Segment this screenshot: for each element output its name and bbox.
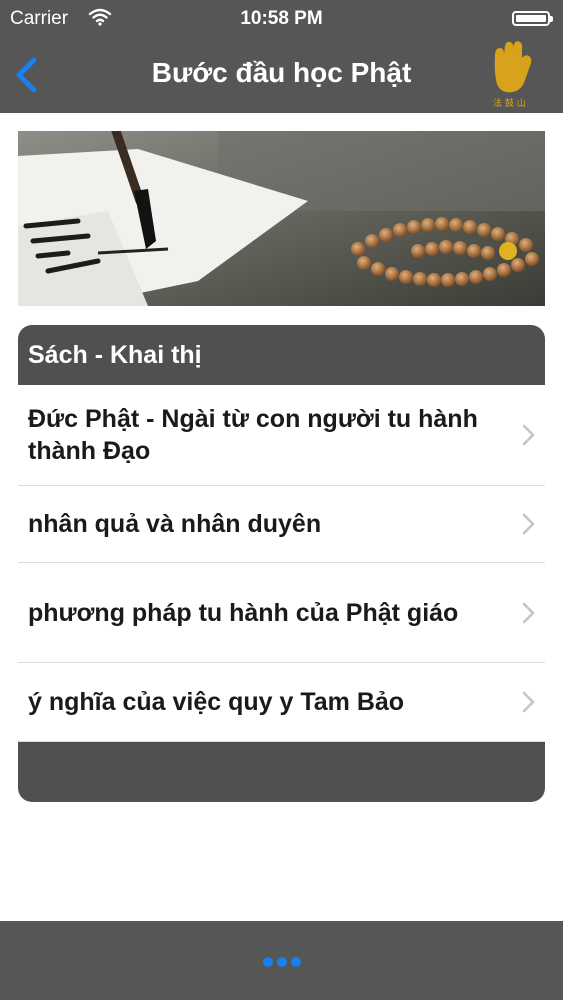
- dot: [290, 957, 301, 967]
- chevron-right-icon: [522, 691, 535, 713]
- banner-image: [18, 131, 545, 306]
- chevron-right-icon: [522, 602, 535, 623]
- dot: [276, 957, 287, 967]
- battery-icon: [512, 11, 553, 26]
- section-header: Sách - Khai thị: [18, 325, 545, 385]
- list-item-label: phương pháp tu hành của Phật giáo: [28, 598, 459, 627]
- section-title: Sách - Khai thị: [28, 341, 202, 369]
- svg-text:法 鼓 山: 法 鼓 山: [493, 97, 526, 109]
- page-title: Bước đầu học Phật: [151, 57, 412, 88]
- chevron-right-icon: [522, 424, 535, 446]
- list-item[interactable]: phương pháp tu hành của Phật giáo: [18, 563, 545, 663]
- chevron-left-icon: [16, 57, 37, 93]
- dot: [262, 957, 273, 967]
- back-button[interactable]: [10, 52, 50, 98]
- list-item[interactable]: nhân quả và nhân duyên: [18, 486, 545, 563]
- list-item[interactable]: ý nghĩa của việc quy y Tam Bảo: [18, 663, 545, 742]
- list-item-label: nhân quả và nhân duyên: [28, 510, 322, 538]
- bottom-toolbar: [0, 921, 563, 1000]
- status-bar: Carrier 10:58 PM: [0, 0, 563, 38]
- book-list: Đức Phật - Ngài từ con người tu hành thà…: [18, 385, 545, 742]
- navigation-header: Carrier 10:58 PM Bước đầu học Phật 法 鼓 山: [0, 0, 563, 113]
- list-item-label: Đức Phật - Ngài từ con người tu hành thà…: [28, 405, 478, 465]
- more-dots-icon[interactable]: [0, 954, 563, 972]
- hand-logo-icon: 法 鼓 山: [489, 40, 541, 110]
- list-item[interactable]: Đức Phật - Ngài từ con người tu hành thà…: [18, 385, 545, 486]
- list-item-label: ý nghĩa của việc quy y Tam Bảo: [28, 688, 405, 716]
- nav-bar: Bước đầu học Phật 法 鼓 山: [0, 38, 563, 113]
- clock: 10:58 PM: [240, 8, 323, 29]
- chevron-right-icon: [522, 513, 535, 535]
- section-footer: [18, 742, 545, 802]
